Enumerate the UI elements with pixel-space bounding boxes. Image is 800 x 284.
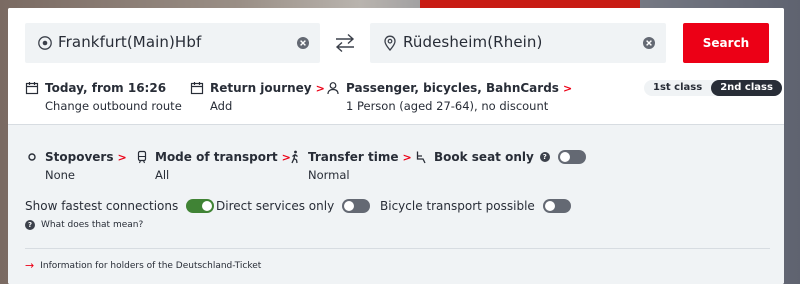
fastest-connections-label: Show fastest connections [25,199,179,213]
stopovers-option-head: Stopovers > [25,150,127,164]
passenger-option-title: Passenger, bicycles, BahnCards [346,81,559,95]
date-option-head: Today, from 16:26 [25,81,182,95]
chevron-right-icon: > [315,81,325,95]
help-icon[interactable]: ? [539,152,550,162]
to-field[interactable]: Rüdesheim(Rhein) [370,23,666,63]
date-option[interactable]: Today, from 16:26 Change outbound route [25,81,182,113]
deutschland-ticket-info-link[interactable]: → Information for holders of the Deutsch… [25,259,261,272]
transfer-time-option-title: Transfer time [308,150,399,164]
arrow-right-icon: → [25,259,35,272]
chevron-right-icon: > [402,150,412,164]
divider [25,248,770,249]
transfer-time-option-sub: Normal [308,168,350,182]
clear-from-icon[interactable] [296,36,310,50]
book-seat-only-title: Book seat only [434,150,534,164]
seat-icon [416,151,426,164]
transfer-time-option-head: Transfer time > [288,150,412,164]
bicycle-transport-label: Bicycle transport possible [380,199,535,213]
background-accent [420,0,640,8]
stopovers-option[interactable]: Stopovers > None [25,150,127,182]
question-icon: ? [25,220,35,230]
book-seat-only-option-head: Book seat only ? [414,150,586,164]
help-link[interactable]: ? What does that mean? [25,220,143,230]
destination-pin-icon [384,35,396,51]
direct-services-row: Direct services only [216,199,371,213]
origin-icon [38,36,52,50]
fastest-connections-toggle[interactable] [186,199,215,213]
book-seat-only-option: Book seat only ? [414,150,586,164]
person-icon [327,82,339,95]
calendar-icon [25,82,39,95]
second-class-option[interactable]: 2nd class [711,80,782,96]
stopover-circle-icon [28,153,36,161]
transport-mode-option[interactable]: Mode of transport > All [135,150,291,182]
passenger-option-sub: 1 Person (aged 27-64), no discount [346,99,549,113]
stopovers-option-sub: None [45,168,76,182]
transport-mode-option-sub: All [155,168,170,182]
help-link-label: What does that mean? [41,220,144,230]
chevron-right-icon: > [117,150,127,164]
travel-class-toggle[interactable]: 1st class 2nd class [644,80,782,96]
calendar-icon [190,82,204,95]
return-option-sub: Add [210,99,233,113]
transport-mode-option-head: Mode of transport > [135,150,291,164]
transfer-time-option[interactable]: Transfer time > Normal [288,150,412,182]
date-option-sub: Change outbound route [45,99,182,113]
fastest-connections-row: Show fastest connections [25,199,215,213]
advanced-options-section: Stopovers > None Mode of transport > All [8,124,784,284]
to-input-value[interactable]: Rüdesheim(Rhein) [403,33,542,51]
bicycle-transport-toggle[interactable] [542,199,571,213]
chevron-right-icon: > [562,81,573,95]
deutschland-ticket-info-label: Information for holders of the Deutschla… [40,260,262,271]
train-icon [137,150,147,164]
return-option-title: Return journey [210,81,312,95]
passenger-option[interactable]: Passenger, bicycles, BahnCards > 1 Perso… [326,81,572,113]
book-seat-only-toggle[interactable] [557,150,586,164]
direct-services-label: Direct services only [216,199,335,213]
first-class-option[interactable]: 1st class [644,80,711,96]
from-field[interactable]: Frankfurt(Main)Hbf [25,23,320,63]
route-section: Frankfurt(Main)Hbf Rüdesheim(Rhein) Sear… [8,8,784,124]
direct-services-toggle[interactable] [342,199,371,213]
transport-mode-option-title: Mode of transport [155,150,278,164]
date-option-title: Today, from 16:26 [45,81,167,95]
return-option-head: Return journey > [190,81,325,95]
bicycle-transport-row: Bicycle transport possible [380,199,571,213]
passenger-option-head: Passenger, bicycles, BahnCards > [326,81,572,95]
search-button[interactable]: Search [683,23,769,63]
stopovers-option-title: Stopovers [45,150,114,164]
swap-directions-icon[interactable] [333,32,357,54]
from-input-value[interactable]: Frankfurt(Main)Hbf [58,33,201,51]
walking-person-icon [291,150,298,164]
search-panel: Frankfurt(Main)Hbf Rüdesheim(Rhein) Sear… [8,8,784,284]
return-option[interactable]: Return journey > Add [190,81,325,113]
clear-to-icon[interactable] [642,36,656,50]
